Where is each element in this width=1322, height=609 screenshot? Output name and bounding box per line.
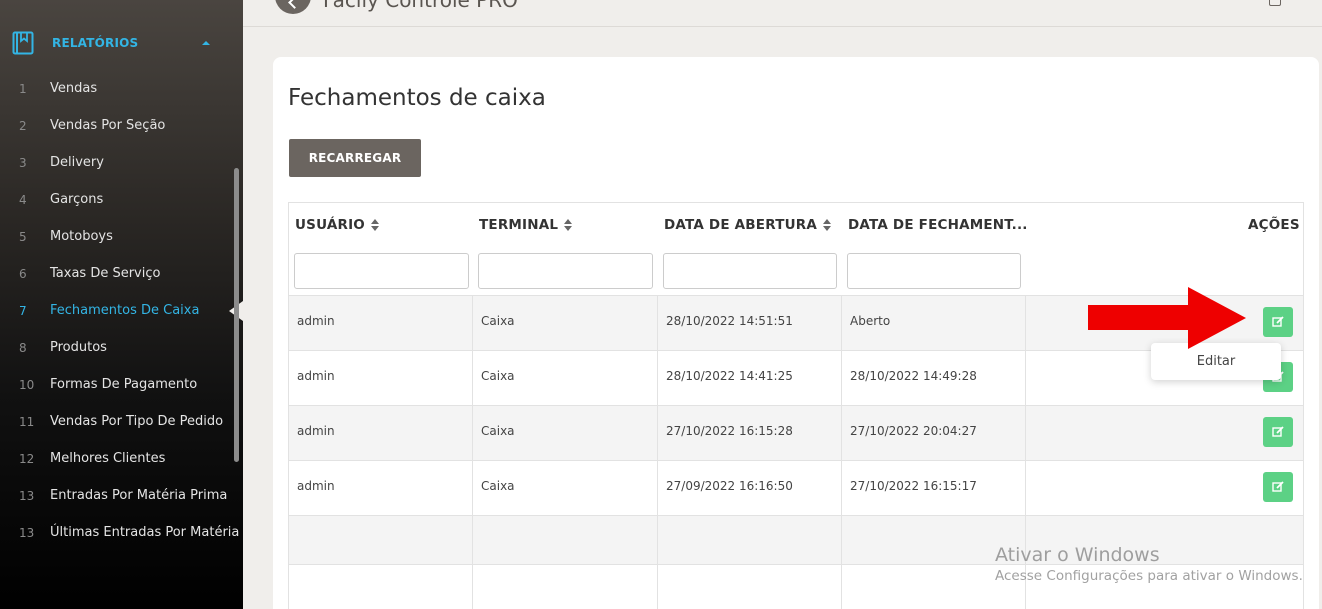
sidebar-item-produtos[interactable]: 8 Produtos [0, 330, 243, 367]
app-title: Facily Controle PRO [323, 0, 518, 12]
caret-up-icon[interactable] [202, 41, 210, 45]
sidebar-scrollbar[interactable] [234, 168, 239, 462]
cell-usuario: admin [289, 406, 473, 460]
sort-icon[interactable] [370, 219, 380, 231]
column-label: AÇÕES [1248, 217, 1300, 233]
sidebar-item-motoboys[interactable]: 5 Motoboys [0, 219, 243, 256]
red-arrow-annotation [1088, 287, 1246, 349]
book-icon [12, 31, 34, 55]
cell-usuario: admin [289, 351, 473, 405]
item-label: Melhores Clientes [50, 451, 166, 466]
column-label: DATA DE FECHAMENT... [848, 217, 1028, 233]
item-label: Últimas Entradas Por Matéria Prima [50, 525, 243, 540]
watermark-title: Ativar o Windows [995, 544, 1160, 566]
item-number: 10 [19, 378, 35, 392]
filter-terminal-input[interactable] [478, 253, 653, 289]
reload-button[interactable]: RECARREGAR [289, 139, 421, 177]
item-number: 12 [19, 452, 35, 466]
sidebar-item-vendas[interactable]: 1 Vendas [0, 71, 243, 108]
item-number: 4 [19, 193, 27, 207]
sidebar-item-entradas-por-materia-prima[interactable]: 13 Entradas Por Matéria Prima [0, 478, 243, 515]
sidebar: RELATÓRIOS 1 Vendas 2 Vendas Por Seção 3… [0, 0, 243, 609]
sidebar-item-garcons[interactable]: 4 Garçons [0, 182, 243, 219]
sidebar-item-ultimas-entradas-por-materia-prima[interactable]: 13 Últimas Entradas Por Matéria Prima [0, 515, 243, 552]
top-bar: Facily Controle PRO [243, 0, 1322, 27]
cell-fechamento: 27/10/2022 20:04:27 [842, 406, 1026, 460]
sidebar-item-formas-de-pagamento[interactable]: 10 Formas De Pagamento [0, 367, 243, 404]
edit-button[interactable] [1263, 307, 1293, 337]
column-header-data-fechamento[interactable]: DATA DE FECHAMENT... [848, 217, 1028, 233]
filter-usuario-input[interactable] [294, 253, 469, 289]
cell-terminal: Caixa [473, 296, 658, 350]
sort-icon[interactable] [823, 219, 832, 231]
item-label: Vendas [50, 81, 98, 96]
column-label: DATA DE ABERTURA [664, 217, 818, 233]
cell-terminal: Caixa [473, 351, 658, 405]
cell-terminal: Caixa [473, 406, 658, 460]
item-label: Vendas Por Tipo De Pedido [50, 414, 224, 429]
table-row: admin Caixa 27/09/2022 16:16:50 27/10/20… [289, 460, 1303, 515]
cell-abertura: 28/10/2022 14:41:25 [658, 351, 842, 405]
item-label: Delivery [50, 155, 104, 170]
item-number: 2 [19, 119, 27, 133]
section-title: RELATÓRIOS [52, 36, 139, 50]
column-header-terminal[interactable]: TERMINAL [479, 217, 573, 233]
filter-fechamento-input[interactable] [847, 253, 1021, 289]
cell-abertura: 28/10/2022 14:51:51 [658, 296, 842, 350]
sort-icon[interactable] [564, 219, 573, 231]
cell-abertura: 27/09/2022 16:16:50 [658, 461, 842, 515]
sidebar-item-vendas-por-tipo-de-pedido[interactable]: 11 Vendas Por Tipo De Pedido [0, 404, 243, 441]
item-number: 13 [19, 526, 35, 540]
cell-usuario: admin [289, 296, 473, 350]
item-label: Fechamentos De Caixa [50, 303, 200, 318]
filter-abertura-input[interactable] [663, 253, 837, 289]
watermark-subtitle: Acesse Configurações para ativar o Windo… [995, 568, 1303, 584]
sidebar-item-taxas-de-servico[interactable]: 6 Taxas De Serviço [0, 256, 243, 293]
item-label: Taxas De Serviço [50, 266, 161, 281]
item-label: Garçons [50, 192, 104, 207]
edit-button[interactable] [1263, 472, 1293, 502]
column-header-usuario[interactable]: USUÁRIO [295, 217, 380, 233]
column-label: TERMINAL [479, 217, 559, 233]
item-label: Produtos [50, 340, 107, 355]
sidebar-item-fechamentos-de-caixa[interactable]: 7 Fechamentos De Caixa [0, 293, 243, 330]
table-row: admin Caixa 27/10/2022 16:15:28 27/10/20… [289, 405, 1303, 460]
windows-activation-watermark: Ativar o Windows Acesse Configurações pa… [995, 544, 1303, 584]
cell-fechamento: 27/10/2022 16:15:17 [842, 461, 1026, 515]
column-label: USUÁRIO [295, 217, 365, 233]
cell-abertura: 27/10/2022 16:15:28 [658, 406, 842, 460]
item-number: 1 [19, 82, 27, 96]
column-header-data-abertura[interactable]: DATA DE ABERTURA [664, 217, 832, 233]
item-label: Motoboys [50, 229, 113, 244]
clipboard-icon[interactable] [1269, 0, 1281, 6]
item-number: 13 [19, 489, 35, 503]
item-number: 8 [19, 341, 27, 355]
item-number: 7 [19, 304, 27, 318]
item-number: 11 [19, 415, 35, 429]
cell-fechamento: Aberto [842, 296, 1026, 350]
column-header-acoes: AÇÕES [1248, 217, 1300, 233]
cell-terminal: Caixa [473, 461, 658, 515]
sidebar-item-melhores-clientes[interactable]: 12 Melhores Clientes [0, 441, 243, 478]
sidebar-item-vendas-por-secao[interactable]: 2 Vendas Por Seção [0, 108, 243, 145]
item-number: 3 [19, 156, 27, 170]
edit-button[interactable] [1263, 417, 1293, 447]
edit-icon [1272, 316, 1284, 327]
edit-icon [1272, 481, 1284, 492]
item-label: Formas De Pagamento [50, 377, 198, 392]
item-label: Vendas Por Seção [50, 118, 166, 133]
page-title: Fechamentos de caixa [288, 85, 546, 111]
item-label: Entradas Por Matéria Prima [50, 488, 228, 503]
item-number: 6 [19, 267, 27, 281]
back-button[interactable] [275, 0, 311, 14]
edit-icon [1272, 426, 1284, 437]
item-number: 5 [19, 230, 27, 244]
cell-usuario: admin [289, 461, 473, 515]
reports-section-header[interactable]: RELATÓRIOS [0, 26, 243, 60]
sidebar-item-delivery[interactable]: 3 Delivery [0, 145, 243, 182]
cell-fechamento: 28/10/2022 14:49:28 [842, 351, 1026, 405]
